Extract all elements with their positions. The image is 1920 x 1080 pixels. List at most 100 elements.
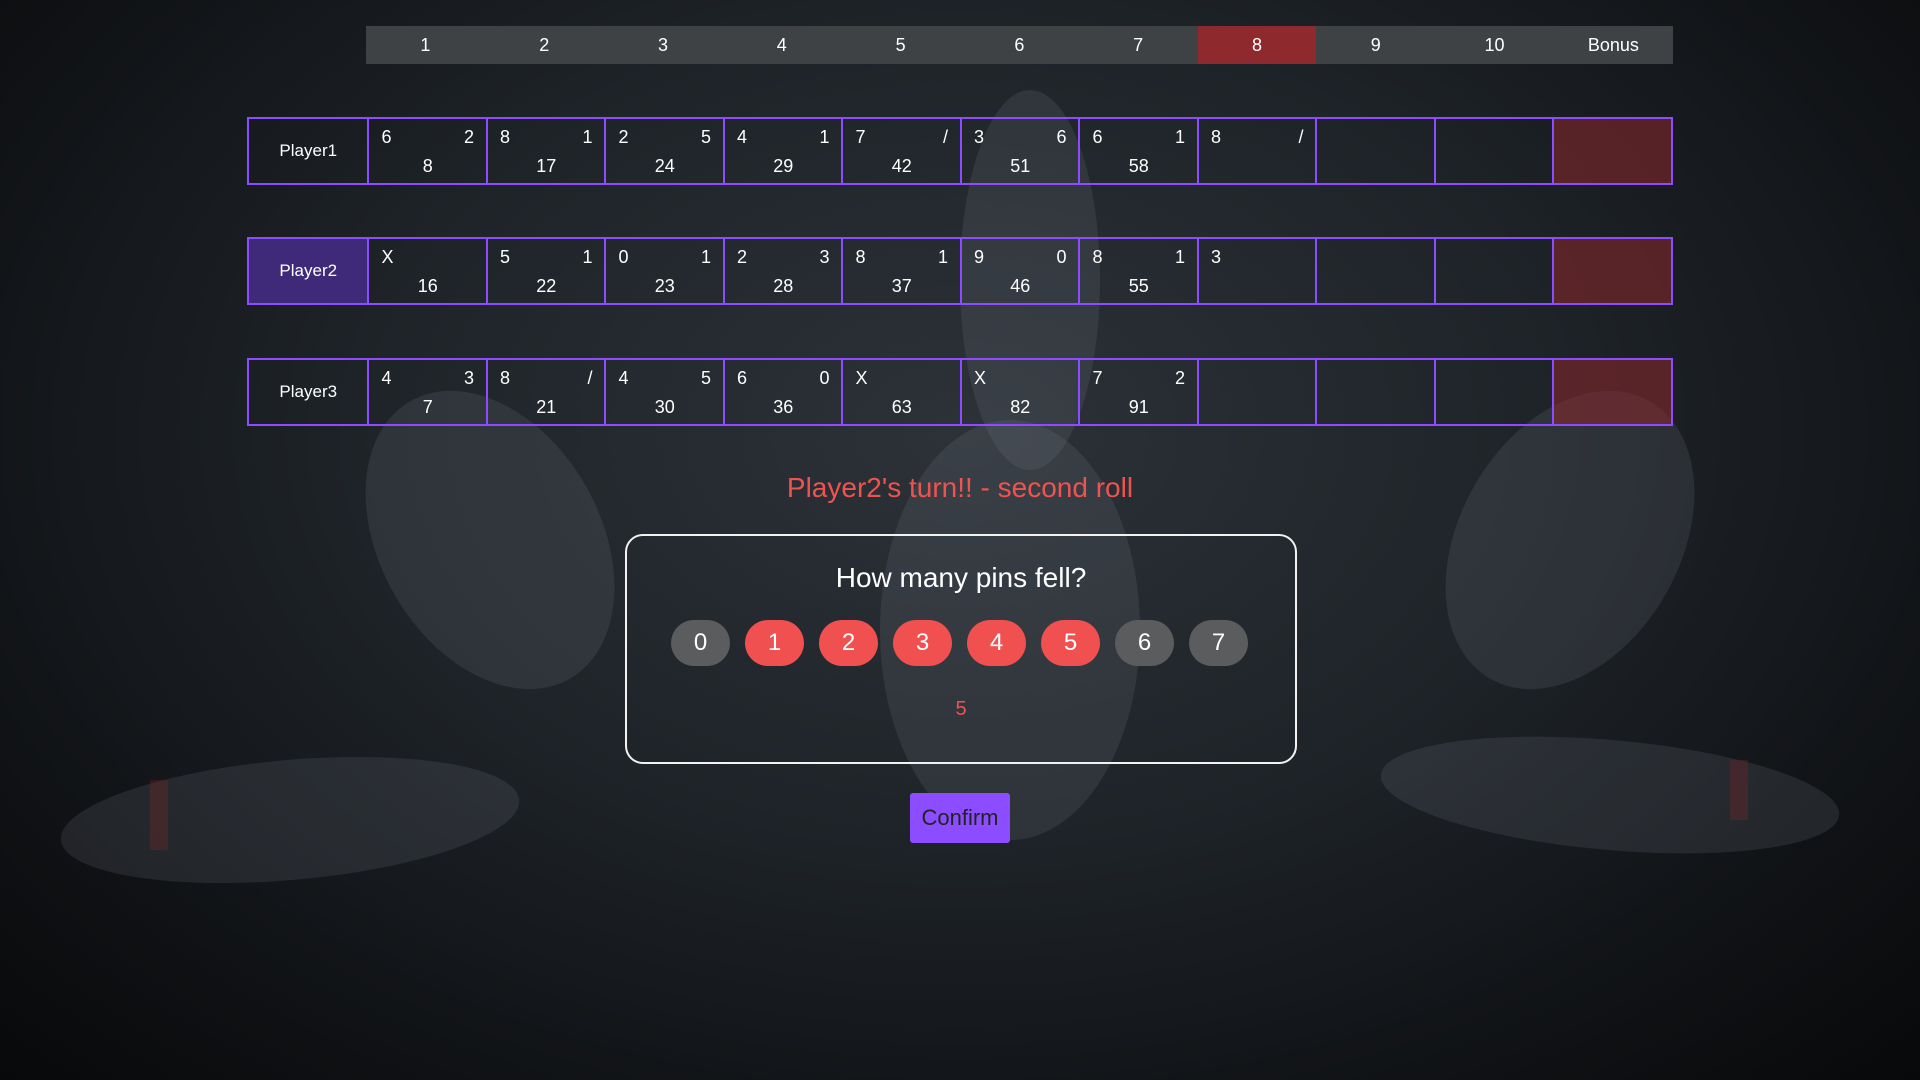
frame-cell: 3 [1198, 237, 1318, 305]
frame-total: 23 [654, 276, 675, 296]
frame-total: 82 [1010, 397, 1031, 417]
frame-total: 51 [1010, 156, 1031, 176]
first-roll: X [381, 247, 394, 267]
pins-dialog-title: How many pins fell? [835, 562, 1087, 593]
frame-header-9: 9 [1370, 34, 1381, 55]
second-roll: 1 [582, 247, 593, 267]
pin-count-4-button[interactable]: 4 [967, 620, 1026, 666]
frame-total: 8 [422, 156, 433, 176]
frame-total: 28 [773, 276, 794, 296]
frame-cell: 8 / 21 [487, 358, 607, 426]
first-roll: 7 [1092, 368, 1103, 388]
bonus-cell [1554, 117, 1673, 185]
first-roll: 7 [855, 127, 866, 147]
first-roll: X [973, 368, 986, 388]
first-roll: 2 [736, 247, 747, 267]
frame-cell: 7 2 91 [1080, 358, 1199, 426]
first-roll: 2 [618, 127, 629, 147]
first-roll: 6 [381, 127, 392, 147]
frame-cell: X 82 [961, 358, 1081, 426]
second-roll: / [942, 127, 948, 147]
second-roll: 1 [1174, 127, 1185, 147]
frame-total: 46 [1010, 276, 1031, 296]
frame-header: 1 2 3 4 5 6 7 8 9 10 Bonus [366, 26, 1673, 64]
frame-cell: 5 1 22 [487, 237, 607, 305]
frame-total: 30 [654, 397, 675, 417]
second-roll: 6 [1056, 127, 1067, 147]
bonus-cell [1554, 358, 1673, 426]
frame-cell [1198, 358, 1318, 426]
frame-total: 37 [891, 276, 912, 296]
frame-total: 58 [1128, 156, 1149, 176]
first-roll: 4 [736, 127, 747, 147]
first-roll: 8 [499, 127, 510, 147]
frame-cell [1317, 237, 1436, 305]
first-roll: 6 [736, 368, 747, 388]
pin-count-3-button[interactable]: 3 [893, 620, 952, 666]
confirm-button[interactable]: Confirm [910, 793, 1010, 843]
second-roll: 5 [700, 127, 711, 147]
first-roll: 9 [973, 247, 984, 267]
first-roll: 8 [855, 247, 866, 267]
first-roll: 6 [1092, 127, 1103, 147]
frame-cell: 7 / 42 [843, 117, 962, 185]
second-roll: 1 [937, 247, 948, 267]
frame-header-1: 1 [420, 34, 431, 55]
pin-count-6-button[interactable]: 6 [1115, 620, 1174, 666]
frame-total: 7 [422, 397, 433, 417]
frame-total: 21 [536, 397, 557, 417]
frame-cell [1435, 117, 1555, 185]
second-roll: 1 [700, 247, 711, 267]
frame-cell: 2 5 24 [606, 117, 725, 185]
pin-count-0-button[interactable]: 0 [671, 620, 730, 666]
frame-cell: 8 1 55 [1080, 237, 1199, 305]
pin-count-7-button[interactable]: 7 [1189, 620, 1248, 666]
first-roll: 8 [1210, 127, 1221, 147]
frame-header-4: 4 [776, 34, 787, 55]
second-roll: / [587, 368, 593, 388]
frame-cell: 4 3 7 [369, 358, 488, 426]
second-roll: 2 [1174, 368, 1185, 388]
frame-total: 91 [1128, 397, 1149, 417]
first-roll: 5 [499, 247, 510, 267]
frame-header-3: 3 [657, 34, 668, 55]
second-roll: 1 [1174, 247, 1185, 267]
frame-header-6: 6 [1014, 34, 1025, 55]
second-roll: 2 [463, 127, 474, 147]
turn-message: Player2's turn!! - second roll [786, 472, 1134, 503]
first-roll: 0 [618, 247, 629, 267]
first-roll: 4 [618, 368, 629, 388]
first-roll: 3 [1210, 247, 1221, 267]
player-row: Player1 6 2 8 8 1 17 2 5 24 4 1 29 7/42 3 6 51 6 1 58 8/ [247, 117, 1673, 185]
frame-cell: 4 1 29 [724, 117, 844, 185]
second-roll: 5 [700, 368, 711, 388]
frame-cell: 9 0 46 [961, 237, 1081, 305]
frame-total: 24 [654, 156, 675, 176]
frame-header-5: 5 [895, 34, 906, 55]
frame-cell: 4 5 30 [606, 358, 725, 426]
frame-cell: 6 0 36 [724, 358, 844, 426]
frame-cell: 8 1 37 [843, 237, 962, 305]
frame-header-10: 10 [1484, 34, 1505, 55]
player-name: Player3 [247, 358, 370, 426]
frame-cell [1317, 117, 1436, 185]
second-roll: / [1298, 127, 1304, 147]
second-roll: 0 [1056, 247, 1067, 267]
frame-total: 16 [417, 276, 438, 296]
frame-cell [1435, 237, 1555, 305]
pin-count-options: 01234567 [671, 620, 1248, 666]
pin-count-2-button[interactable]: 2 [819, 620, 878, 666]
frame-header-2: 2 [539, 34, 550, 55]
frame-cell: 0 1 23 [606, 237, 725, 305]
frame-header-7: 7 [1133, 34, 1144, 55]
second-roll: 1 [819, 127, 830, 147]
player-row: Player2 X 16 5 1 22 0 1 23 2 3 28 8 1 37 9 0 46 8 1 55 3 [247, 237, 1673, 305]
player-row: Player3 4 3 7 8 / 21 4 5 30 6 0 36 X 63 X 82 7 2 91 [247, 358, 1673, 426]
selected-pin-count: 5 [955, 698, 967, 720]
player-name: Player2 [247, 237, 370, 305]
pin-count-5-button[interactable]: 5 [1041, 620, 1100, 666]
frame-total: 17 [536, 156, 557, 176]
frame-total: 63 [891, 397, 912, 417]
frame-total: 55 [1128, 276, 1149, 296]
pin-count-1-button[interactable]: 1 [745, 620, 804, 666]
